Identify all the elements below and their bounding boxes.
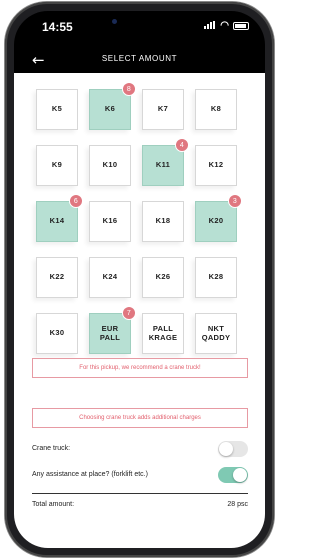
container-option[interactable]: K6 8 [89, 82, 136, 130]
crane-truck-toggle[interactable] [218, 441, 248, 457]
container-option[interactable]: K8 [195, 89, 237, 130]
container-option[interactable]: K20 3 [195, 194, 242, 242]
container-option[interactable]: K16 [89, 201, 131, 242]
container-option[interactable]: K10 [89, 145, 131, 186]
count-badge: 6 [69, 194, 83, 208]
main-content: K5 K6 8 K7 K8 K9 K10 K11 4 K12 K14 6 K16 K18 K20 3 K22 K2… [14, 73, 265, 548]
container-option-label: K30 [49, 328, 65, 338]
status-time: 14:55 [42, 20, 73, 34]
toggle-knob [233, 468, 247, 482]
container-option[interactable]: K11 4 [142, 138, 189, 186]
header: ← SELECT AMOUNT [14, 51, 265, 71]
assistance-toggle[interactable] [218, 467, 248, 483]
count-badge: 7 [122, 306, 136, 320]
container-option-label: K18 [155, 216, 171, 226]
container-option-label: K24 [102, 272, 118, 282]
container-option-label: K22 [49, 272, 65, 282]
container-option-label: K12 [208, 160, 224, 170]
notch [82, 11, 198, 33]
container-option-label: NKT QADDY [201, 323, 231, 342]
phone-frame: 14:55 ◠ ← SELECT AMOUNT K5 K6 8 K7 K8 K9 K10 K1… [5, 2, 274, 557]
container-option-label: K6 [104, 104, 116, 114]
container-option[interactable]: K18 [142, 201, 184, 242]
container-option[interactable]: K30 [36, 313, 78, 354]
recommend-notice: For this pickup, we recommend a crane tr… [32, 358, 248, 378]
container-grid: K5 K6 8 K7 K8 K9 K10 K11 4 K12 K14 6 K16 K18 K20 3 K22 K2… [36, 82, 246, 354]
container-option[interactable]: K24 [89, 257, 131, 298]
crane-truck-row: Crane truck: [32, 439, 248, 459]
container-option[interactable]: K9 [36, 145, 78, 186]
container-option[interactable]: K12 [195, 145, 237, 186]
container-option-label: K7 [157, 104, 169, 114]
container-option-label: K8 [210, 104, 222, 114]
container-option[interactable]: K28 [195, 257, 237, 298]
container-option-label: PALL KRAGE [148, 323, 178, 342]
container-option[interactable]: K7 [142, 89, 184, 130]
toggle-knob [219, 442, 233, 456]
assistance-label: Any assistance at place? (forklift etc.) [32, 471, 148, 478]
divider [32, 493, 248, 494]
battery-icon [233, 22, 249, 30]
container-option-label: K16 [102, 216, 118, 226]
wifi-icon: ◠ [220, 20, 229, 31]
container-option-label: K28 [208, 272, 224, 282]
screen: 14:55 ◠ ← SELECT AMOUNT K5 K6 8 K7 K8 K9 K10 K1… [14, 11, 265, 548]
container-option[interactable]: EUR PALL 7 [89, 306, 136, 354]
container-option-label: K20 [208, 216, 224, 226]
charges-notice: Choosing crane truck adds additional cha… [32, 408, 248, 428]
page-title: SELECT AMOUNT [101, 54, 178, 63]
container-option[interactable]: K14 6 [36, 194, 83, 242]
signal-icon [204, 21, 215, 29]
container-option[interactable]: NKT QADDY [195, 313, 237, 354]
container-option-label: K14 [49, 216, 65, 226]
count-badge: 8 [122, 82, 136, 96]
container-option-label: EUR PALL [99, 323, 121, 342]
total-label: Total amount: [32, 501, 75, 508]
container-option-label: K11 [155, 160, 171, 170]
container-option-label: K10 [102, 160, 118, 170]
count-badge: 4 [175, 138, 189, 152]
container-option[interactable]: K22 [36, 257, 78, 298]
assistance-row: Any assistance at place? (forklift etc.) [32, 465, 248, 485]
count-badge: 3 [228, 194, 242, 208]
container-option[interactable]: K26 [142, 257, 184, 298]
container-option-label: K26 [155, 272, 171, 282]
total-row: Total amount: 28 psc [32, 495, 248, 515]
container-option[interactable]: PALL KRAGE [142, 313, 184, 354]
container-option[interactable]: K5 [36, 89, 78, 130]
total-value: 28 psc [227, 501, 248, 508]
container-option-label: K5 [51, 104, 63, 114]
crane-truck-label: Crane truck: [32, 445, 71, 452]
container-option-label: K9 [51, 160, 63, 170]
